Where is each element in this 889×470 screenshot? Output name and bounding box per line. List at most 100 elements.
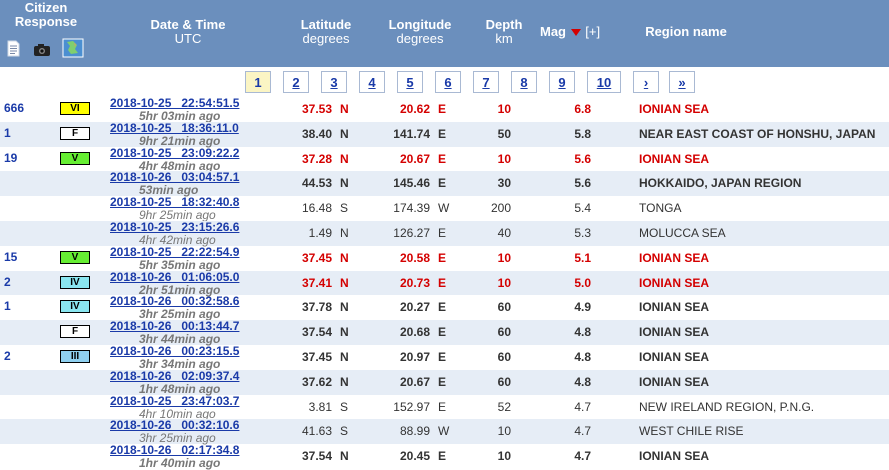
page-5[interactable]: 5 — [397, 71, 423, 93]
table-row[interactable]: 1 F 2018-10-25 18:36:11.0 9hr 21min ago 38.4… — [0, 121, 889, 148]
table-row[interactable]: 2018-10-26 00:32:10.6 3hr 25min ago 41.63 S… — [0, 418, 889, 445]
region-name: TONGA — [639, 201, 682, 216]
longitude-value: 20.45 — [399, 449, 430, 464]
table-row[interactable]: 2018-10-25 23:47:03.7 4hr 10min ago 3.81 S 1… — [0, 394, 889, 421]
page-2[interactable]: 2 — [283, 71, 309, 93]
longitude-hemisphere: E — [438, 102, 447, 116]
response-count[interactable]: 666 — [4, 101, 36, 115]
map-icon[interactable] — [62, 38, 84, 58]
longitude-hemisphere: E — [438, 226, 447, 240]
longitude-value: 20.27 — [399, 300, 430, 315]
intensity-badge[interactable]: F — [60, 325, 90, 339]
event-datetime[interactable]: 2018-10-25 23:15:26.6 — [110, 220, 239, 234]
magnitude-value: 4.9 — [574, 300, 591, 315]
table-row[interactable]: 15 V 2018-10-25 22:22:54.9 5hr 35min ago 37.… — [0, 245, 889, 272]
magnitude-value: 5.4 — [574, 201, 591, 216]
next-page[interactable]: › — [633, 71, 659, 93]
latitude-hemisphere: N — [340, 449, 349, 464]
response-count[interactable]: 1 — [4, 126, 36, 140]
event-datetime[interactable]: 2018-10-26 02:17:34.8 — [110, 443, 239, 457]
table-row[interactable]: 2 III 2018-10-26 00:23:15.5 3hr 34min ago 37… — [0, 344, 889, 371]
page-3[interactable]: 3 — [321, 71, 347, 93]
magnitude-value: 5.6 — [574, 151, 591, 166]
region-name: IONIAN SEA — [639, 325, 710, 340]
event-datetime[interactable]: 2018-10-26 00:32:10.6 — [110, 418, 239, 432]
latitude-hemisphere: N — [340, 350, 349, 364]
intensity-badge[interactable]: VI — [60, 102, 90, 115]
longitude-hemisphere: E — [438, 449, 447, 464]
table-row[interactable]: F 2018-10-26 00:13:44.7 3hr 44min ago 37.54… — [0, 319, 889, 346]
camera-icon[interactable] — [33, 43, 51, 57]
magnitude-expand-link[interactable]: [+] — [585, 24, 600, 39]
sort-down-icon[interactable] — [570, 29, 581, 37]
response-count[interactable]: 2 — [4, 349, 36, 363]
event-datetime[interactable]: 2018-10-26 03:04:57.1 — [110, 170, 239, 184]
latitude-value: 41.63 — [301, 424, 332, 439]
event-datetime[interactable]: 2018-10-25 23:09:22.2 — [110, 146, 239, 160]
last-page[interactable]: » — [669, 71, 695, 93]
table-row[interactable]: 2018-10-26 03:04:57.1 53min ago 44.53 N 145.… — [0, 170, 889, 197]
page-4[interactable]: 4 — [359, 71, 385, 93]
intensity-badge[interactable]: III — [60, 350, 90, 363]
longitude-value: 152.97 — [393, 399, 430, 414]
latitude-value: 37.54 — [301, 449, 332, 464]
longitude-hemisphere: W — [438, 201, 450, 216]
magnitude-value: 4.8 — [574, 325, 591, 340]
page-10[interactable]: 10 — [587, 71, 621, 93]
event-datetime[interactable]: 2018-10-25 18:32:40.8 — [110, 195, 239, 209]
table-row[interactable]: 2018-10-26 02:09:37.4 1hr 48min ago 37.62 N… — [0, 369, 889, 396]
intensity-badge[interactable]: V — [60, 151, 90, 165]
response-count[interactable]: 19 — [4, 151, 36, 165]
page-6[interactable]: 6 — [435, 71, 461, 93]
longitude-header: Longitude degrees — [382, 18, 458, 46]
page-9[interactable]: 9 — [549, 71, 575, 93]
table-row[interactable]: 1 IV 2018-10-26 00:32:58.6 3hr 25min ago 37.… — [0, 294, 889, 321]
response-count[interactable]: 1 — [4, 299, 36, 313]
page-1[interactable]: 1 — [245, 71, 271, 93]
event-datetime[interactable]: 2018-10-26 00:32:58.6 — [110, 294, 239, 308]
page-8[interactable]: 8 — [511, 71, 537, 93]
table-row[interactable]: 2 IV 2018-10-26 01:06:05.0 2hr 51min ago 37.… — [0, 270, 889, 297]
magnitude-value: 4.7 — [574, 399, 591, 414]
depth-sub: km — [495, 31, 513, 46]
table-row[interactable]: 19 V 2018-10-25 23:09:22.2 4hr 48min ago 37.… — [0, 146, 889, 173]
event-datetime[interactable]: 2018-10-26 01:06:05.0 — [110, 270, 239, 284]
magnitude-value: 6.8 — [574, 102, 591, 116]
depth-value: 200 — [490, 201, 511, 216]
table-header: Citizen Response Date & Time UTC Latitud… — [0, 0, 889, 67]
latitude-header: Latitude degrees — [288, 18, 364, 46]
region-name: IONIAN SEA — [639, 374, 710, 389]
region-name: NEW IRELAND REGION, P.N.G. — [639, 399, 815, 414]
latitude-value: 37.53 — [301, 102, 332, 116]
latitude-sub: degrees — [302, 31, 350, 46]
event-datetime[interactable]: 2018-10-25 18:36:11.0 — [110, 121, 239, 135]
longitude-value: 88.99 — [399, 424, 430, 439]
event-datetime[interactable]: 2018-10-25 22:54:51.5 — [110, 96, 239, 110]
document-icon[interactable] — [7, 40, 20, 57]
intensity-badge[interactable]: IV — [60, 300, 90, 314]
longitude-hemisphere: E — [438, 325, 447, 340]
event-datetime[interactable]: 2018-10-25 23:47:03.7 — [110, 394, 239, 408]
region-name: IONIAN SEA — [639, 102, 710, 116]
table-row[interactable]: 2018-10-26 02:17:34.8 1hr 40min ago 37.54 N… — [0, 443, 889, 470]
table-row[interactable]: 2018-10-25 23:15:26.6 4hr 42min ago 1.49 N 1… — [0, 220, 889, 247]
table-row[interactable]: 666 VI 2018-10-25 22:54:51.5 5hr 03min ago 3… — [0, 96, 889, 123]
response-count[interactable]: 15 — [4, 250, 36, 264]
page-7[interactable]: 7 — [473, 71, 499, 93]
table-row[interactable]: 2018-10-25 18:32:40.8 9hr 25min ago 16.48 S… — [0, 195, 889, 222]
intensity-badge[interactable]: IV — [60, 275, 90, 289]
event-datetime[interactable]: 2018-10-26 00:23:15.5 — [110, 344, 239, 358]
event-datetime[interactable]: 2018-10-26 02:09:37.4 — [110, 369, 239, 383]
intensity-badge[interactable]: V — [60, 250, 90, 264]
response-count[interactable]: 2 — [4, 275, 36, 289]
event-datetime[interactable]: 2018-10-25 22:22:54.9 — [110, 245, 239, 259]
longitude-value: 20.97 — [399, 350, 430, 364]
region-name: IONIAN SEA — [639, 449, 710, 464]
intensity-badge[interactable]: F — [60, 126, 90, 140]
magnitude-header[interactable]: Mag [+] — [540, 25, 618, 39]
event-datetime[interactable]: 2018-10-26 00:13:44.7 — [110, 319, 239, 333]
depth-header: Depth km — [476, 18, 532, 46]
longitude-value: 145.46 — [393, 176, 430, 191]
region-name: NEAR EAST COAST OF HONSHU, JAPAN — [639, 126, 876, 141]
latitude-hemisphere: S — [340, 424, 349, 439]
